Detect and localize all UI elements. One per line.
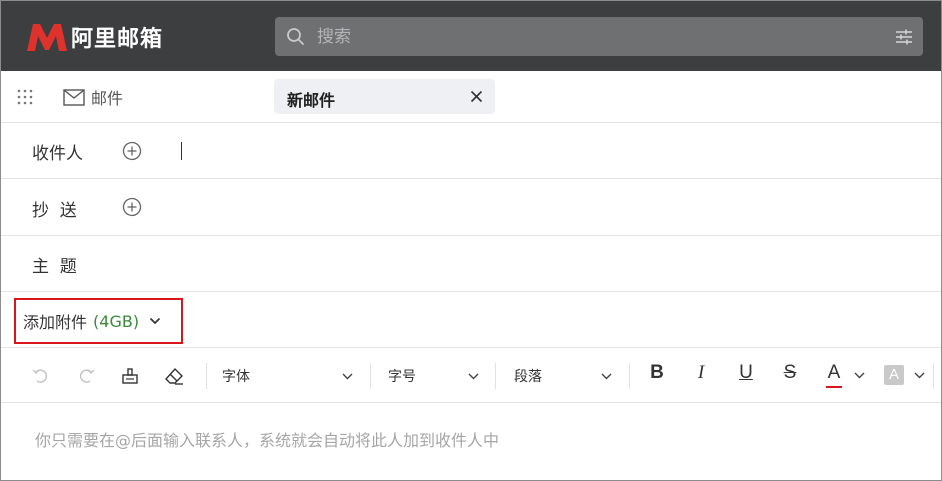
toolbar-separator xyxy=(206,363,207,389)
message-body[interactable]: 你只需要在@后面输入联系人，系统就会自动将此人加到收件人中 xyxy=(1,404,941,480)
font-color-swatch xyxy=(826,386,842,388)
strikethrough-icon[interactable]: S xyxy=(779,362,801,384)
toolbar-separator xyxy=(933,363,934,389)
filter-settings-icon[interactable] xyxy=(895,28,913,46)
chevron-down-icon xyxy=(468,373,479,380)
top-header: 阿里邮箱 xyxy=(1,1,941,71)
undo-icon[interactable] xyxy=(31,366,51,386)
font-family-select[interactable]: 字体 xyxy=(222,362,356,390)
nav-mail-label: 邮件 xyxy=(91,89,124,108)
text-caret xyxy=(181,142,182,160)
font-color-button[interactable]: A xyxy=(823,361,845,391)
redo-icon[interactable] xyxy=(76,366,96,386)
toolbar-separator xyxy=(370,363,371,389)
add-recipient-icon[interactable] xyxy=(122,141,142,161)
apps-grid-icon[interactable] xyxy=(17,89,33,105)
add-attachment-button[interactable]: 添加附件 (4GB) xyxy=(14,298,183,344)
toolbar-separator xyxy=(495,363,496,389)
logo-m-icon xyxy=(27,24,67,51)
font-size-select[interactable]: 字号 xyxy=(388,362,480,390)
attach-size: (4GB) xyxy=(93,311,140,331)
add-cc-icon[interactable] xyxy=(122,197,142,217)
paragraph-label: 段落 xyxy=(514,369,542,385)
chevron-down-icon xyxy=(149,317,161,325)
chevron-down-icon xyxy=(601,373,612,380)
font-color-icon: A xyxy=(827,362,841,383)
search-input[interactable] xyxy=(317,17,877,56)
to-row: 收件人 xyxy=(1,123,941,179)
font-family-label: 字体 xyxy=(222,369,250,385)
editor-toolbar: 字体 字号 段落 B I U S A A xyxy=(1,349,941,403)
app-logo[interactable]: 阿里邮箱 xyxy=(25,19,163,55)
search-icon xyxy=(287,28,304,45)
close-icon[interactable] xyxy=(470,90,483,103)
search-bar[interactable] xyxy=(275,17,923,56)
attach-label: 添加附件 xyxy=(23,313,88,332)
chevron-down-icon[interactable] xyxy=(854,372,865,379)
nav-mail[interactable]: 邮件 xyxy=(63,85,123,109)
tab-label: 新邮件 xyxy=(287,91,336,110)
chevron-down-icon[interactable] xyxy=(914,372,925,379)
subject-input[interactable] xyxy=(121,249,921,279)
to-label: 收件人 xyxy=(32,144,83,164)
envelope-icon xyxy=(63,88,85,106)
eraser-icon[interactable] xyxy=(164,366,184,386)
format-painter-icon[interactable] xyxy=(120,366,140,386)
background-color-icon: A xyxy=(888,366,899,383)
background-color-button[interactable]: A xyxy=(884,365,904,385)
toolbar-separator xyxy=(629,363,630,389)
underline-icon[interactable]: U xyxy=(735,362,757,384)
paragraph-select[interactable]: 段落 xyxy=(514,362,614,390)
attachment-row: 添加附件 (4GB) xyxy=(1,292,941,348)
tab-new-mail[interactable]: 新邮件 xyxy=(274,79,495,114)
italic-icon[interactable]: I xyxy=(690,362,712,384)
subject-label: 主 题 xyxy=(32,257,77,277)
chevron-down-icon xyxy=(342,373,353,380)
nav-row: 邮件 新邮件 xyxy=(1,71,941,123)
cc-label: 抄 送 xyxy=(32,201,77,221)
body-placeholder: 你只需要在@后面输入联系人，系统就会自动将此人加到收件人中 xyxy=(35,431,500,450)
logo-text: 阿里邮箱 xyxy=(71,27,164,52)
cc-row: 抄 送 xyxy=(1,179,941,236)
cc-input[interactable] xyxy=(181,192,921,222)
font-size-label: 字号 xyxy=(388,369,416,385)
to-input[interactable] xyxy=(181,136,921,166)
compose-window: 阿里邮箱 搜索 邮件 新邮件 收件人 抄 送 主 题 添加附件 (4GB) 字体… xyxy=(0,0,942,481)
bold-icon[interactable]: B xyxy=(646,362,668,384)
subject-row: 主 题 xyxy=(1,236,941,292)
